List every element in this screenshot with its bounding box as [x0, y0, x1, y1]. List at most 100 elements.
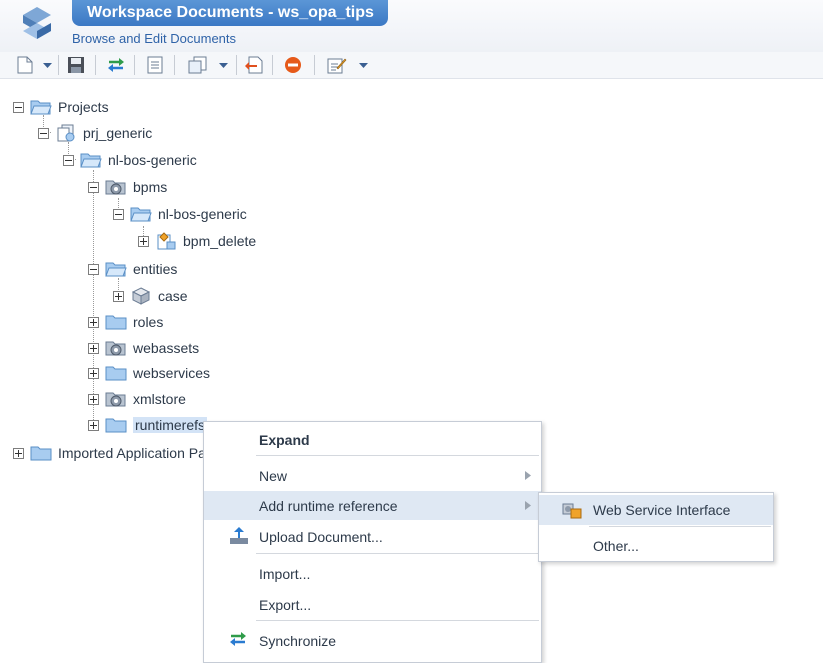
add-runtime-reference-submenu: Web Service Interface Other... [538, 492, 774, 562]
folder-icon [105, 315, 127, 330]
menu-item-synchronize[interactable]: Synchronize [204, 626, 541, 655]
tree-node-bpm-delete[interactable]: bpm_delete [138, 230, 256, 252]
collapse-icon[interactable] [38, 127, 49, 139]
menu-item-label: Export... [259, 596, 312, 613]
tree-node-label: runtimerefs [133, 417, 208, 433]
edit-icon[interactable] [325, 54, 349, 76]
expand-icon[interactable] [138, 235, 149, 247]
menu-item-label: Synchronize [259, 632, 337, 649]
menu-item-expand[interactable]: Expand [204, 425, 541, 454]
stop-icon[interactable] [281, 54, 305, 76]
tree-node-roles[interactable]: roles [88, 311, 163, 333]
tree-node-bpms-nl-bos-generic[interactable]: nl-bos-generic [113, 203, 247, 225]
menu-item-web-service-interface[interactable]: Web Service Interface [539, 495, 773, 525]
app-header: Workspace Documents - ws_opa_tips Browse… [0, 0, 823, 52]
tree-node-imported-application-packages[interactable]: Imported Application Pa [13, 442, 206, 464]
toolbar-separator [272, 55, 273, 75]
context-menu: Expand New Add runtime reference Upload … [203, 421, 542, 663]
synchronize-icon [230, 632, 246, 646]
toolbar [0, 52, 823, 79]
toolbar-separator [58, 55, 59, 75]
tree-node-label: webservices [133, 365, 211, 381]
page-title: Workspace Documents - ws_opa_tips [72, 0, 388, 26]
collapse-icon[interactable] [113, 208, 124, 220]
folder-icon [30, 446, 52, 461]
tree-node-runtimerefs[interactable]: runtimerefs [88, 414, 208, 436]
tree-node-label: nl-bos-generic [108, 152, 197, 168]
web-service-interface-icon [562, 503, 582, 519]
menu-item-label: Other... [593, 538, 639, 554]
menu-item-export[interactable]: Export... [204, 590, 541, 619]
tree-node-label: case [158, 288, 188, 304]
submenu-arrow-icon [525, 501, 531, 510]
tree-node-entities[interactable]: entities [88, 258, 177, 280]
menu-item-other[interactable]: Other... [539, 531, 773, 561]
tree-node-label: xmlstore [133, 391, 186, 407]
dropdown-arrow-icon[interactable] [216, 54, 230, 76]
menu-item-add-runtime-reference[interactable]: Add runtime reference [204, 491, 541, 520]
tree-node-label: prj_generic [83, 125, 153, 141]
upload-icon [230, 527, 248, 544]
new-document-icon[interactable] [14, 54, 36, 76]
tree-node-prj-generic[interactable]: prj_generic [38, 122, 152, 144]
menu-item-label: Web Service Interface [593, 502, 731, 518]
toolbar-separator [236, 55, 237, 75]
collapse-icon[interactable] [88, 181, 99, 193]
tree-node-nl-bos-generic[interactable]: nl-bos-generic [63, 149, 197, 171]
menu-item-upload-document[interactable]: Upload Document... [204, 522, 541, 551]
folder-open-icon [80, 153, 102, 168]
expand-icon[interactable] [88, 342, 99, 354]
expand-icon[interactable] [88, 393, 99, 405]
synchronize-icon[interactable] [104, 54, 128, 76]
tree-node-case[interactable]: case [113, 285, 188, 307]
folder-open-icon [130, 207, 152, 222]
export-icon[interactable] [242, 54, 266, 76]
expand-icon[interactable] [13, 447, 24, 459]
expand-icon[interactable] [88, 419, 99, 431]
tree-node-label: Projects [58, 99, 109, 115]
toolbar-separator [174, 55, 175, 75]
menu-item-label: Expand [259, 431, 310, 448]
tree-node-label: roles [133, 314, 164, 330]
gear-folder-icon [105, 392, 126, 407]
tree-node-label: bpm_delete [183, 233, 257, 249]
tree-node-xmlstore[interactable]: xmlstore [88, 388, 186, 410]
gear-folder-icon [105, 341, 126, 356]
properties-icon[interactable] [143, 54, 167, 76]
menu-item-label: Import... [259, 565, 311, 582]
menu-item-new[interactable]: New [204, 461, 541, 490]
tree-node-label: nl-bos-generic [158, 206, 247, 222]
toolbar-separator [95, 55, 96, 75]
submenu-arrow-icon [525, 471, 531, 480]
app-logo-icon [23, 7, 51, 39]
expand-icon[interactable] [88, 316, 99, 328]
tree-node-webassets[interactable]: webassets [88, 337, 199, 359]
toolbar-separator [134, 55, 135, 75]
expand-icon[interactable] [113, 290, 124, 302]
tree-node-label: entities [133, 261, 178, 277]
collapse-icon[interactable] [63, 154, 74, 166]
menu-item-import[interactable]: Import... [204, 559, 541, 588]
menu-separator [256, 553, 539, 554]
dropdown-arrow-icon[interactable] [356, 54, 370, 76]
business-process-icon [157, 232, 176, 250]
tree-node-bpms[interactable]: bpms [88, 176, 167, 198]
expand-icon[interactable] [88, 367, 99, 379]
folder-open-icon [105, 262, 127, 277]
collapse-icon[interactable] [88, 263, 99, 275]
menu-item-label: New [259, 467, 288, 484]
copy-icon[interactable] [186, 54, 210, 76]
tree-node-label: Imported Application Pa [58, 445, 206, 461]
save-icon[interactable] [64, 54, 88, 76]
collapse-icon[interactable] [13, 101, 24, 113]
tree-node-webservices[interactable]: webservices [88, 362, 210, 384]
folder-icon [105, 418, 127, 433]
menu-separator [256, 620, 539, 621]
menu-separator [256, 455, 539, 456]
toolbar-separator [314, 55, 315, 75]
tree-node-projects[interactable]: Projects [13, 96, 109, 118]
entity-cube-icon [131, 287, 151, 305]
tree-node-label: bpms [133, 179, 168, 195]
menu-item-label: Upload Document... [259, 528, 383, 545]
dropdown-arrow-icon[interactable] [40, 54, 54, 76]
